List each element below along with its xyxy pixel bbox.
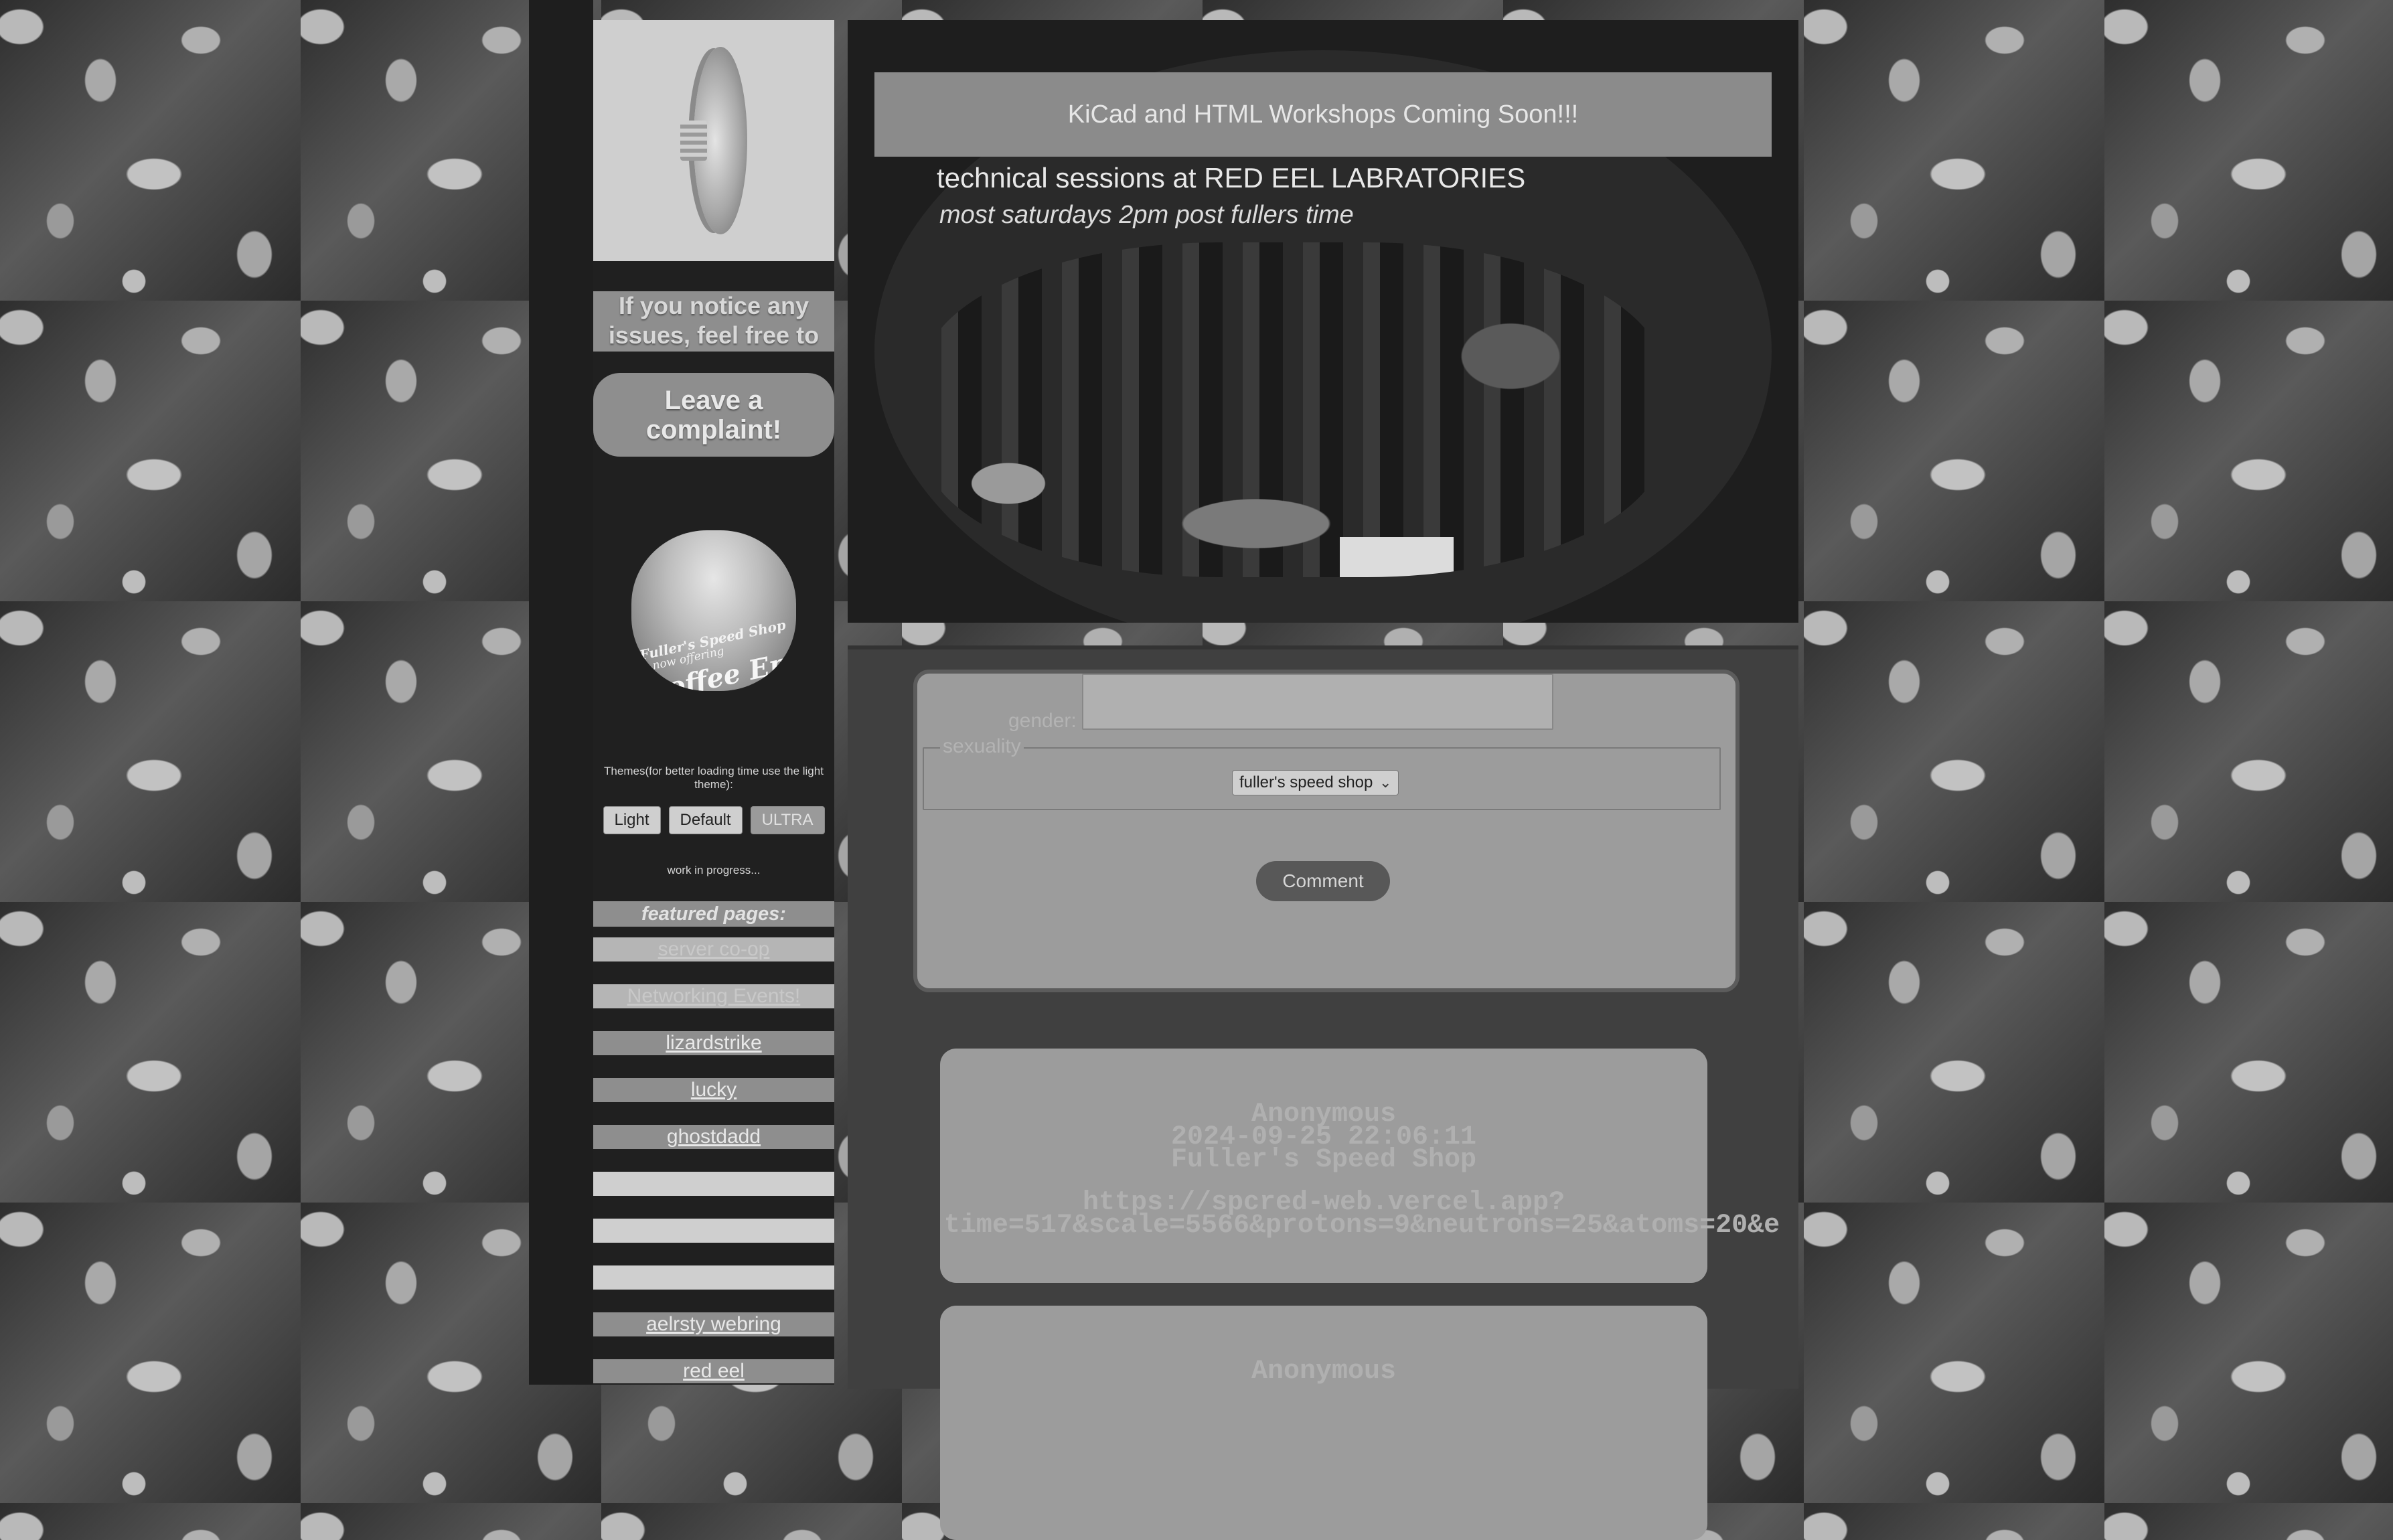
themes-label: Themes(for better loading time use the l… <box>604 765 824 791</box>
gender-textarea[interactable] <box>1082 674 1553 730</box>
comment-panel: gender: sexuality fuller's speed shop ⌄ … <box>848 645 1798 1540</box>
sexuality-select[interactable]: fuller's speed shop ⌄ <box>1232 770 1399 795</box>
sidebar-link-networking-events[interactable]: Networking Events! <box>593 984 834 1008</box>
leave-complaint-button[interactable]: Leave a complaint! <box>593 373 834 457</box>
coffee-ad-image[interactable]: Fuller's Speed Shop is now offering Coff… <box>631 530 796 691</box>
theme-light-button[interactable]: Light <box>603 806 661 834</box>
comment-location: Fuller's Speed Shop <box>1170 1145 1477 1175</box>
photo-paper-detail <box>1340 537 1454 577</box>
comment-card: Anonymous 2024-09-25 22:06:11 Fuller's S… <box>940 1049 1780 1283</box>
sexuality-legend: sexuality <box>940 735 1024 758</box>
banner-subtitle: technical sessions at RED EEL LABRATORIE… <box>937 162 1526 194</box>
sidebar-link-aelrsty-webring[interactable]: aelrsty webring <box>593 1312 834 1336</box>
gender-label: gender: <box>1008 710 1077 732</box>
comment-submit-button[interactable]: Comment <box>1256 861 1390 901</box>
sidebar-notice: If you notice any issues, feel free to <box>593 291 834 352</box>
eel-disc-logo-icon <box>680 47 747 234</box>
comment-card: Anonymous <box>940 1306 1707 1540</box>
sidebar-link-placeholder[interactable] <box>593 1265 834 1290</box>
workshop-banner: KiCad and HTML Workshops Coming Soon!!! … <box>848 20 1798 623</box>
sidebar-link-lucky[interactable]: lucky <box>593 1078 834 1102</box>
banner-schedule: most saturdays 2pm post fullers time <box>939 201 1354 229</box>
lab-photo <box>921 242 1665 577</box>
theme-ultra-button[interactable]: ULTRA <box>750 806 825 834</box>
site-logo[interactable] <box>593 20 834 261</box>
sidebar-link-lizardstrike[interactable]: lizardstrike <box>593 1031 834 1055</box>
sidebar-link-placeholder[interactable] <box>593 1172 834 1196</box>
chevron-down-icon: ⌄ <box>1379 774 1392 791</box>
sidebar: If you notice any issues, feel free to L… <box>593 20 834 1385</box>
theme-switcher: Light Default ULTRA <box>593 806 834 834</box>
comment-url-line2[interactable]: time=517&scale=5566&protons=9&neutrons=2… <box>940 1213 1784 1239</box>
banner-title: KiCad and HTML Workshops Coming Soon!!! <box>874 72 1772 157</box>
sidebar-link-server-coop[interactable]: server co-op <box>593 937 834 961</box>
sidebar-link-ghostdadd[interactable]: ghostdadd <box>593 1125 834 1149</box>
comment-form: gender: sexuality fuller's speed shop ⌄ … <box>913 670 1740 992</box>
theme-default-button[interactable]: Default <box>668 806 743 834</box>
background-band <box>529 0 593 1385</box>
sidebar-link-placeholder[interactable] <box>593 1219 834 1243</box>
sidebar-link-red-eel[interactable]: red eel <box>593 1359 834 1383</box>
wip-note: work in progress... <box>667 864 761 876</box>
comment-author: Anonymous <box>1251 1357 1397 1387</box>
featured-heading: featured pages: <box>593 901 834 927</box>
sexuality-fieldset: sexuality fuller's speed shop ⌄ <box>923 735 1721 810</box>
select-value: fuller's speed shop <box>1239 773 1373 791</box>
